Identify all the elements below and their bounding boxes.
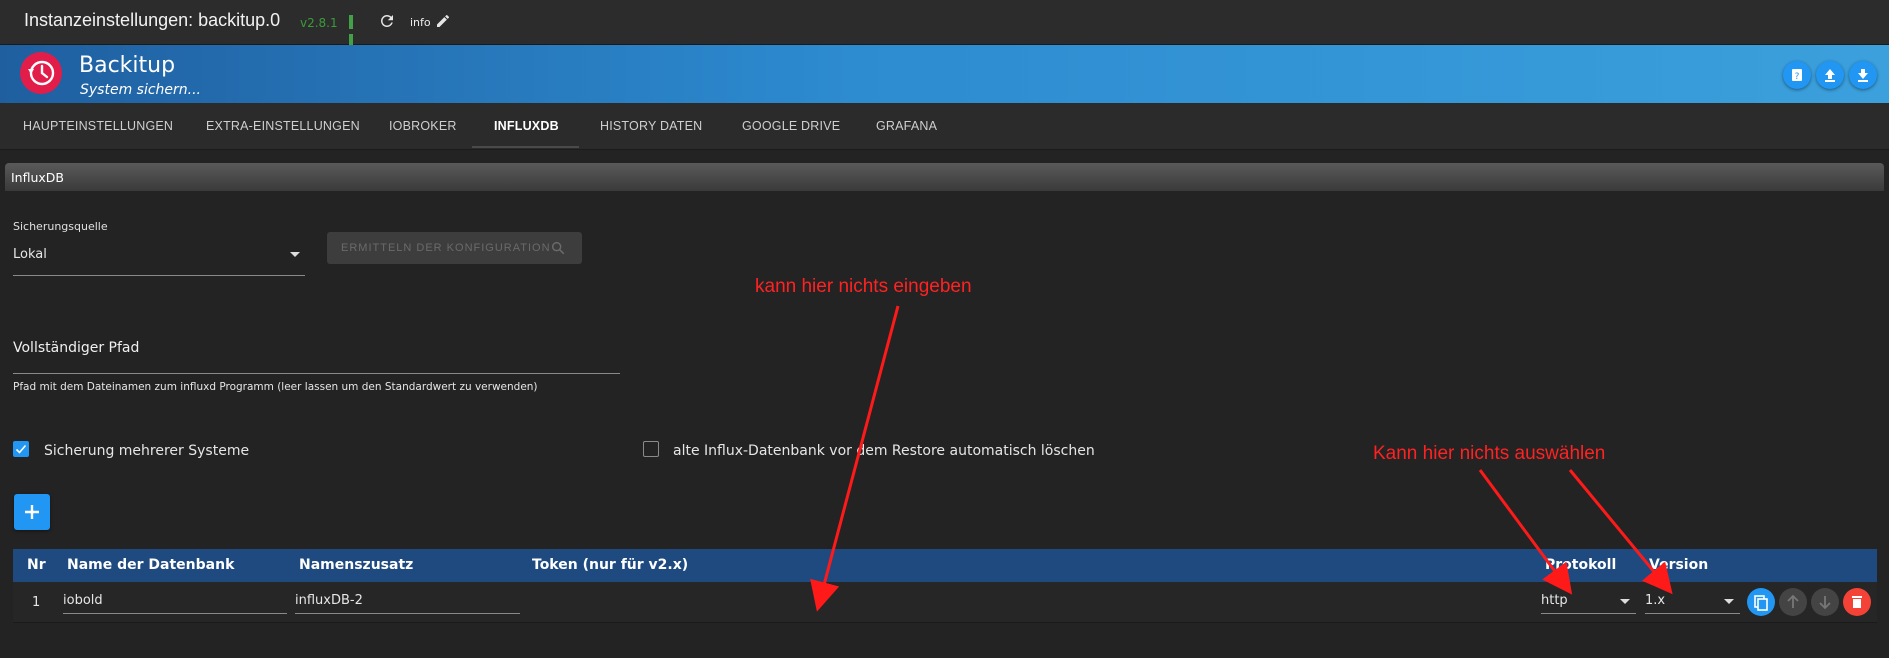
arrow-to-protocol bbox=[1478, 469, 1573, 595]
annotation-arrows bbox=[810, 305, 1673, 612]
arrow-to-version bbox=[1568, 469, 1673, 595]
arrow-to-token bbox=[810, 305, 900, 612]
